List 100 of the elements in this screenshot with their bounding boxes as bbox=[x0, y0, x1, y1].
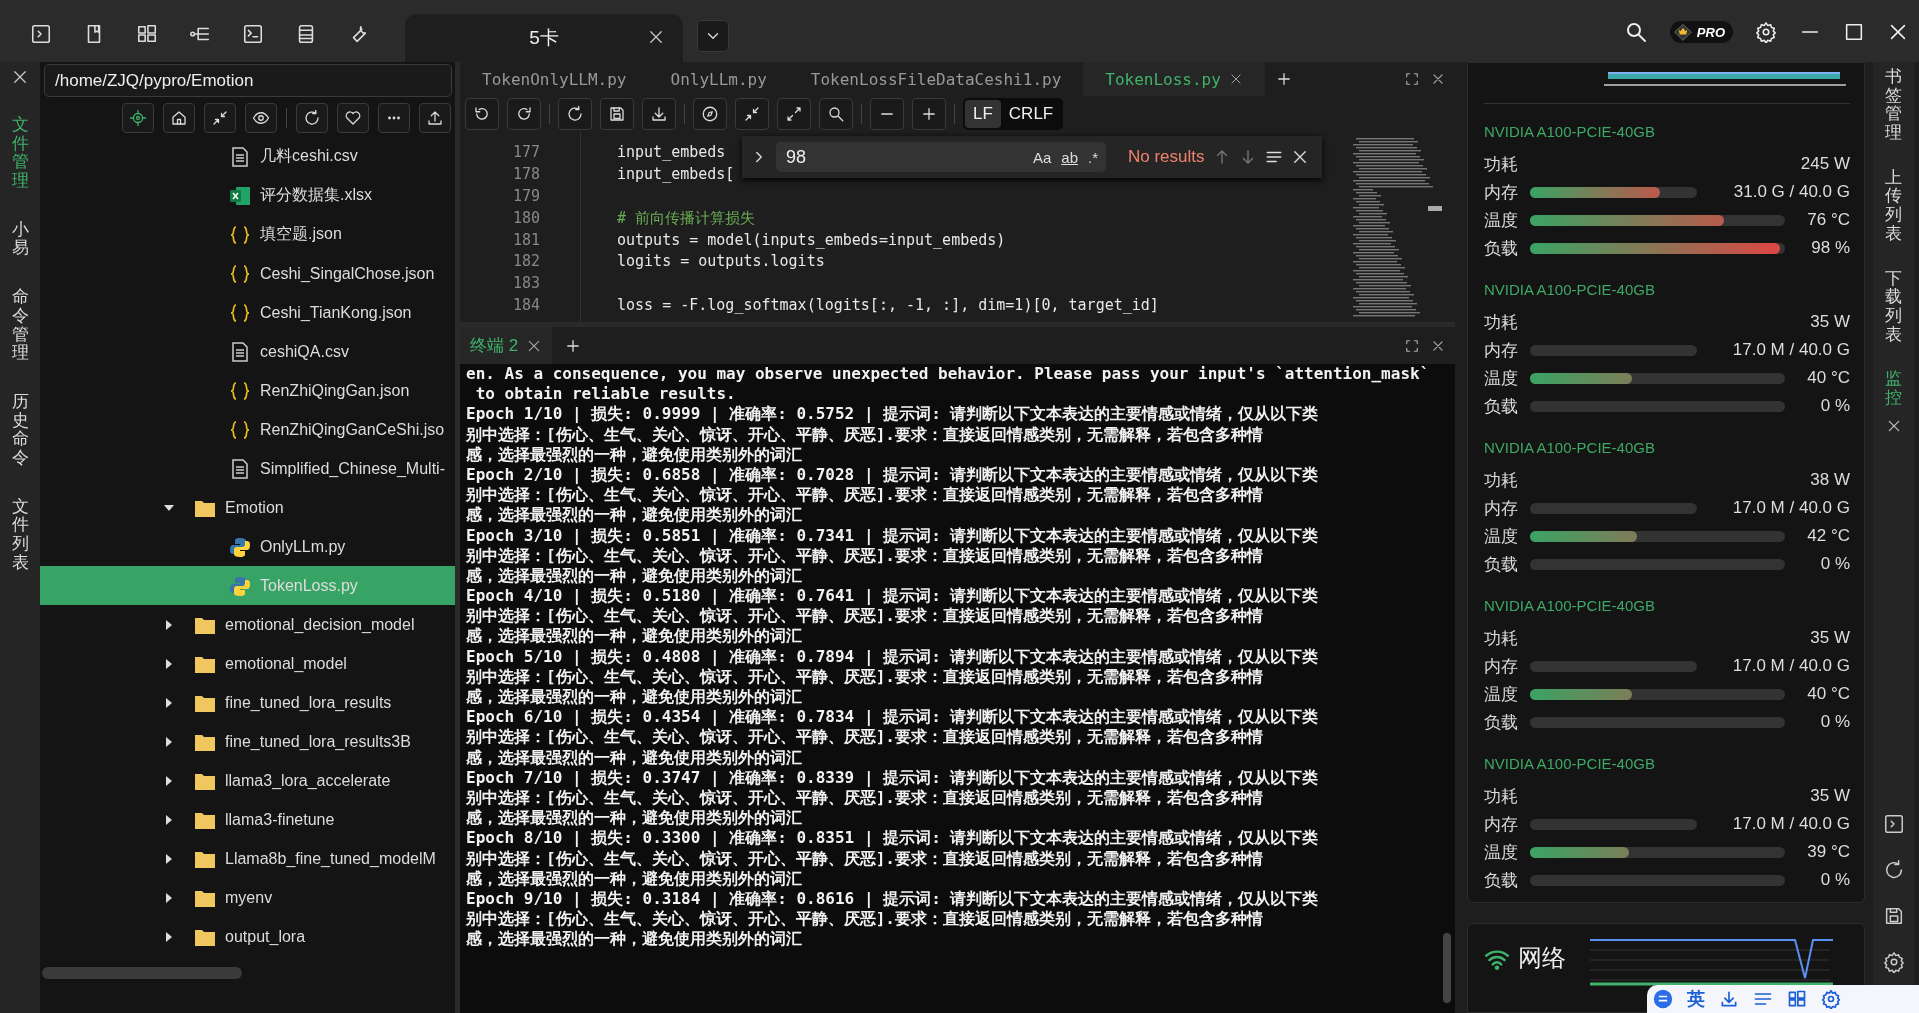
expand-icon[interactable] bbox=[785, 105, 803, 123]
download-icon[interactable] bbox=[650, 105, 668, 123]
tree-item[interactable]: Llama8b_fine_tuned_modelM bbox=[40, 839, 455, 878]
upload-icon[interactable] bbox=[426, 109, 444, 127]
tree-item[interactable]: Ceshi_TianKong.json bbox=[40, 293, 455, 332]
editor-tab[interactable]: OnlyLLm.py bbox=[648, 62, 789, 96]
tree-item[interactable]: Simplified_Chinese_Multi- bbox=[40, 449, 455, 488]
zoom-in-icon[interactable] bbox=[920, 105, 938, 123]
zoom-out-button[interactable] bbox=[870, 98, 904, 130]
rail-tab[interactable]: 小易 bbox=[11, 220, 29, 259]
rail-tab[interactable]: 下载列表 bbox=[1885, 269, 1902, 345]
input-mode-toggle[interactable]: 英 bbox=[1687, 987, 1705, 1011]
fullscreen-icon[interactable] bbox=[1405, 338, 1419, 353]
heart-icon[interactable] bbox=[344, 109, 362, 127]
tree-item[interactable]: RenZhiQingGanCeShi.jso bbox=[40, 410, 455, 449]
rail-tab[interactable]: 文件管理 bbox=[11, 116, 29, 191]
search-button[interactable] bbox=[819, 98, 853, 130]
rail-tab[interactable]: 书签管理 bbox=[1885, 68, 1902, 143]
terminal-icon[interactable] bbox=[30, 23, 52, 45]
line-ending-option[interactable]: LF bbox=[965, 100, 1001, 128]
locate-icon[interactable] bbox=[129, 109, 147, 127]
close-icon[interactable] bbox=[11, 68, 29, 86]
tree-item[interactable]: myenv bbox=[40, 878, 455, 917]
undo-button[interactable] bbox=[465, 98, 499, 130]
tree-item[interactable]: llama3_lora_accelerate bbox=[40, 761, 455, 800]
download-button[interactable] bbox=[642, 98, 676, 130]
rail-tab[interactable]: 监控 bbox=[1885, 370, 1902, 408]
reload-icon[interactable] bbox=[566, 105, 584, 123]
pro-badge[interactable]: PRO bbox=[1669, 21, 1733, 43]
editor-tab[interactable]: TokenLossFileDataCeshi1.py bbox=[788, 62, 1084, 96]
scrollbar-thumb[interactable] bbox=[1443, 933, 1451, 1003]
line-number: 183 bbox=[511, 273, 540, 295]
line-ending-option[interactable]: CRLF bbox=[1000, 100, 1062, 128]
regex-toggle[interactable]: .* bbox=[1088, 148, 1098, 166]
compass-button[interactable] bbox=[693, 98, 727, 130]
collapse-icon[interactable] bbox=[743, 105, 761, 123]
collapse-icon[interactable] bbox=[211, 109, 229, 127]
close-icon[interactable] bbox=[647, 28, 665, 46]
close-icon[interactable] bbox=[1431, 72, 1445, 86]
rail-tab[interactable]: 上传列表 bbox=[1885, 168, 1902, 244]
rail-tab[interactable]: 文件列表 bbox=[11, 497, 29, 573]
refresh-button[interactable] bbox=[296, 103, 328, 133]
tree-item[interactable]: emotional_model bbox=[40, 644, 455, 683]
rail-tab[interactable]: 命令管理 bbox=[11, 288, 29, 363]
eye-icon[interactable] bbox=[252, 109, 270, 127]
input-method-icon[interactable] bbox=[1653, 989, 1673, 1009]
terminal-line: 感，选择最强烈的一种，避免使用类别外的词汇 bbox=[466, 565, 803, 587]
tree-item[interactable]: 填空题.json bbox=[40, 215, 455, 254]
match-case-toggle[interactable]: Aa bbox=[1032, 148, 1052, 166]
redo-icon[interactable] bbox=[515, 105, 533, 123]
console-icon[interactable] bbox=[242, 23, 264, 45]
terminal-icon[interactable] bbox=[1882, 813, 1905, 835]
rail-tab[interactable]: 历史命令 bbox=[11, 392, 29, 468]
scrollbar-thumb[interactable] bbox=[42, 967, 242, 979]
close-icon[interactable] bbox=[1228, 72, 1243, 86]
find-field[interactable]: 98 Aa ab .* bbox=[776, 142, 1106, 172]
save-icon[interactable] bbox=[608, 105, 626, 123]
tree-item[interactable]: 几料ceshi.csv bbox=[40, 137, 455, 176]
save-button[interactable] bbox=[600, 98, 634, 130]
tree-item[interactable]: output_lora bbox=[40, 917, 455, 956]
tree-item[interactable]: emotional_decision_model bbox=[40, 605, 455, 644]
tree-item[interactable]: fine_tuned_lora_results bbox=[40, 683, 455, 722]
editor-tab[interactable]: TokenOnlyLLM.py bbox=[460, 62, 649, 96]
upload-button[interactable] bbox=[419, 103, 451, 133]
editor-tab[interactable]: TokenLoss.py bbox=[1083, 62, 1265, 96]
close-icon[interactable] bbox=[1431, 338, 1445, 353]
braces-icon bbox=[228, 418, 252, 441]
session-tab[interactable]: 5卡 bbox=[405, 14, 683, 62]
refresh-icon[interactable] bbox=[303, 109, 321, 127]
tree-item[interactable]: fine_tuned_lora_results3B bbox=[40, 722, 455, 761]
reload-button[interactable] bbox=[558, 98, 592, 130]
whole-word-toggle[interactable]: ab bbox=[1061, 148, 1078, 166]
locate-button[interactable] bbox=[122, 103, 154, 133]
compass-icon[interactable] bbox=[701, 105, 719, 123]
collapse-button[interactable] bbox=[204, 103, 236, 133]
home-button[interactable] bbox=[163, 103, 195, 133]
metric-value: 35 W bbox=[1809, 312, 1850, 332]
tree-item[interactable]: llama3-finetune bbox=[40, 800, 455, 839]
maximize-icon[interactable] bbox=[1843, 21, 1865, 43]
fullscreen-icon[interactable] bbox=[1405, 72, 1419, 86]
tree-item[interactable]: ceshiQA.csv bbox=[40, 332, 455, 371]
home-icon[interactable] bbox=[170, 109, 188, 127]
tree-item[interactable]: Emotion bbox=[40, 488, 455, 527]
eye-button[interactable] bbox=[245, 103, 277, 133]
heart-button[interactable] bbox=[337, 103, 369, 133]
undo-icon[interactable] bbox=[473, 105, 491, 123]
path-field[interactable]: /home/ZJQ/pypro/Emotion bbox=[44, 64, 452, 97]
tree-item[interactable]: 评分数据集.xlsx bbox=[40, 176, 455, 215]
tree-item[interactable]: RenZhiQingGan.json bbox=[40, 371, 455, 410]
tree-item[interactable]: Ceshi_SingalChose.json bbox=[40, 254, 455, 293]
tree-item[interactable]: OnlyLLm.py bbox=[40, 527, 455, 566]
terminal-tab[interactable]: 终端 2 bbox=[460, 327, 553, 364]
zoom-in-button[interactable] bbox=[912, 98, 946, 130]
redo-button[interactable] bbox=[507, 98, 541, 130]
settings-icon[interactable] bbox=[1821, 989, 1841, 1009]
grid-icon[interactable] bbox=[1787, 989, 1807, 1009]
search-icon[interactable] bbox=[827, 105, 845, 123]
collapse-button[interactable] bbox=[735, 98, 769, 130]
expand-button[interactable] bbox=[777, 98, 811, 130]
grid-icon[interactable] bbox=[136, 23, 158, 45]
